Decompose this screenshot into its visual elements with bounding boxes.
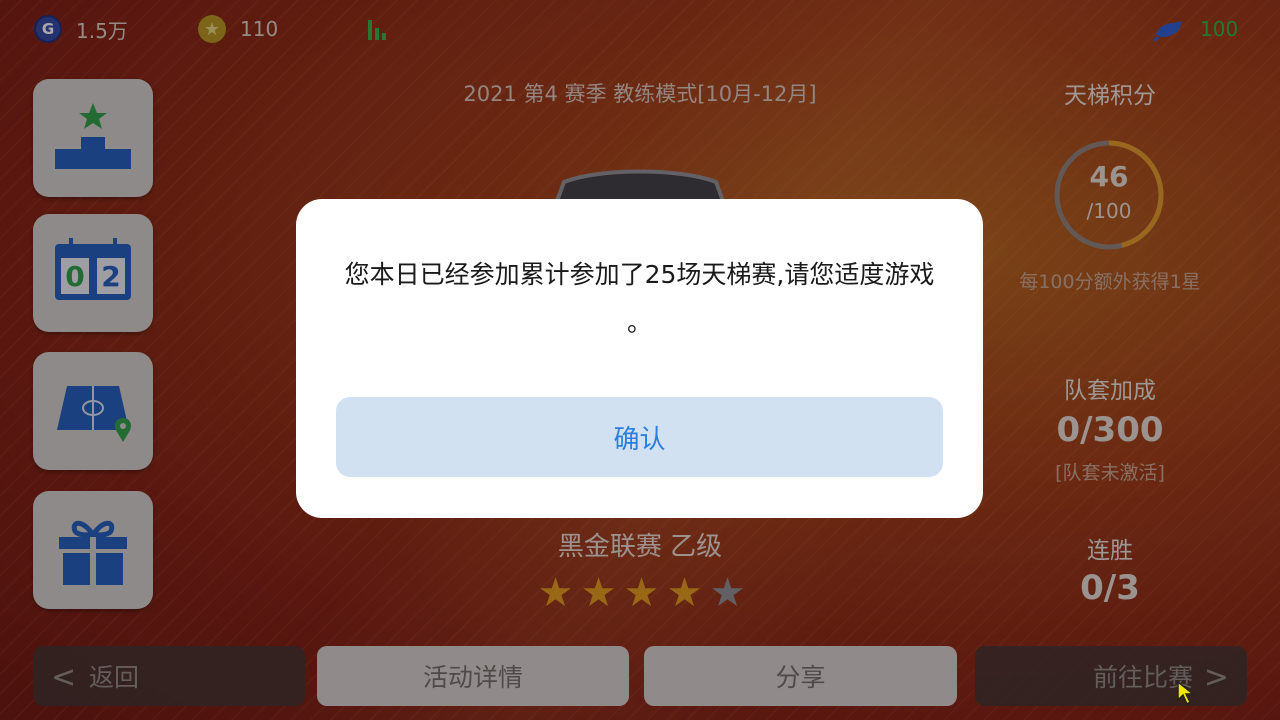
mouse-cursor-icon <box>1177 680 1196 706</box>
confirm-button[interactable]: 确认 <box>336 397 943 477</box>
daily-limit-dialog: 您本日已经参加累计参加了25场天梯赛,请您适度游戏 。 确认 <box>296 199 983 518</box>
dialog-message: 您本日已经参加累计参加了25场天梯赛,请您适度游戏 。 <box>344 260 935 337</box>
confirm-label: 确认 <box>613 424 666 455</box>
